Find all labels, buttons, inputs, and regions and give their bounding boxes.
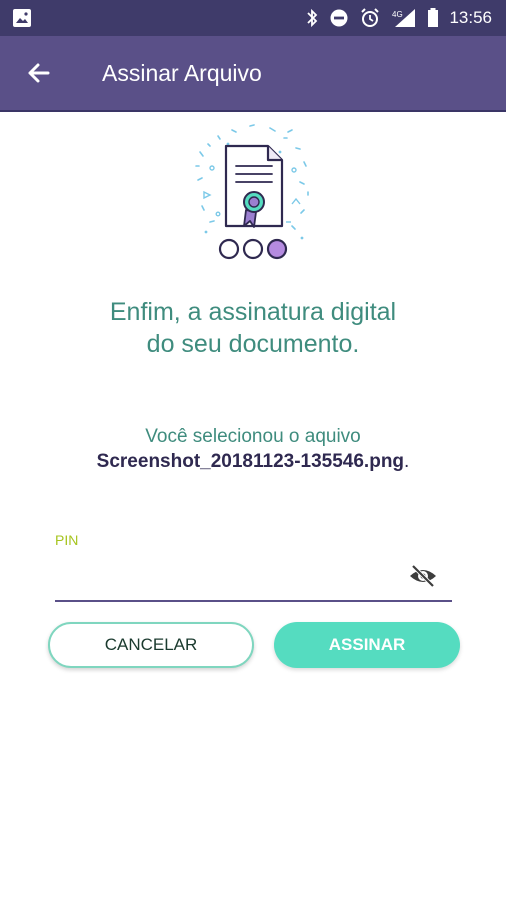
page-title: Assinar Arquivo [102, 60, 262, 86]
headline-line-2: do seu documento. [146, 330, 360, 358]
signal-icon: 4G [391, 8, 417, 28]
toggle-pin-visibility-button[interactable] [406, 563, 440, 593]
headline-line-1: Enfim, a assinatura digital [109, 298, 397, 326]
do-not-disturb-icon [329, 8, 349, 28]
bluetooth-icon [305, 8, 319, 28]
gallery-notification [12, 8, 32, 33]
cancel-button[interactable]: CANCELAR [48, 622, 254, 668]
selected-file-info: Você selecionou o aquivo Screenshot_2018… [20, 424, 486, 474]
selected-file-prefix: Você selecionou o aquivo [145, 426, 361, 447]
image-icon [12, 8, 32, 28]
certificate-document-icon [195, 124, 309, 260]
pin-label: PIN [55, 532, 79, 548]
arrow-back-icon [26, 60, 52, 91]
status-time: 13:56 [449, 8, 492, 27]
app-bar: Assinar Arquivo [0, 36, 506, 112]
status-bar: 4G 13:56 [0, 0, 506, 36]
headline: Enfim, a assinatura digital do seu docum… [40, 296, 466, 360]
selected-file-name: Screenshot_20181123-135546.png [96, 451, 405, 472]
pin-input[interactable] [55, 558, 400, 598]
certificate-illustration [188, 122, 318, 264]
alarm-icon [359, 7, 381, 29]
back-button[interactable] [22, 58, 56, 92]
network-type: 4G [392, 10, 403, 19]
battery-icon [427, 8, 439, 28]
pin-underline [55, 600, 452, 602]
sign-button[interactable]: ASSINAR [274, 622, 460, 668]
eye-off-icon [408, 564, 438, 593]
selected-file-suffix: . [404, 451, 410, 472]
